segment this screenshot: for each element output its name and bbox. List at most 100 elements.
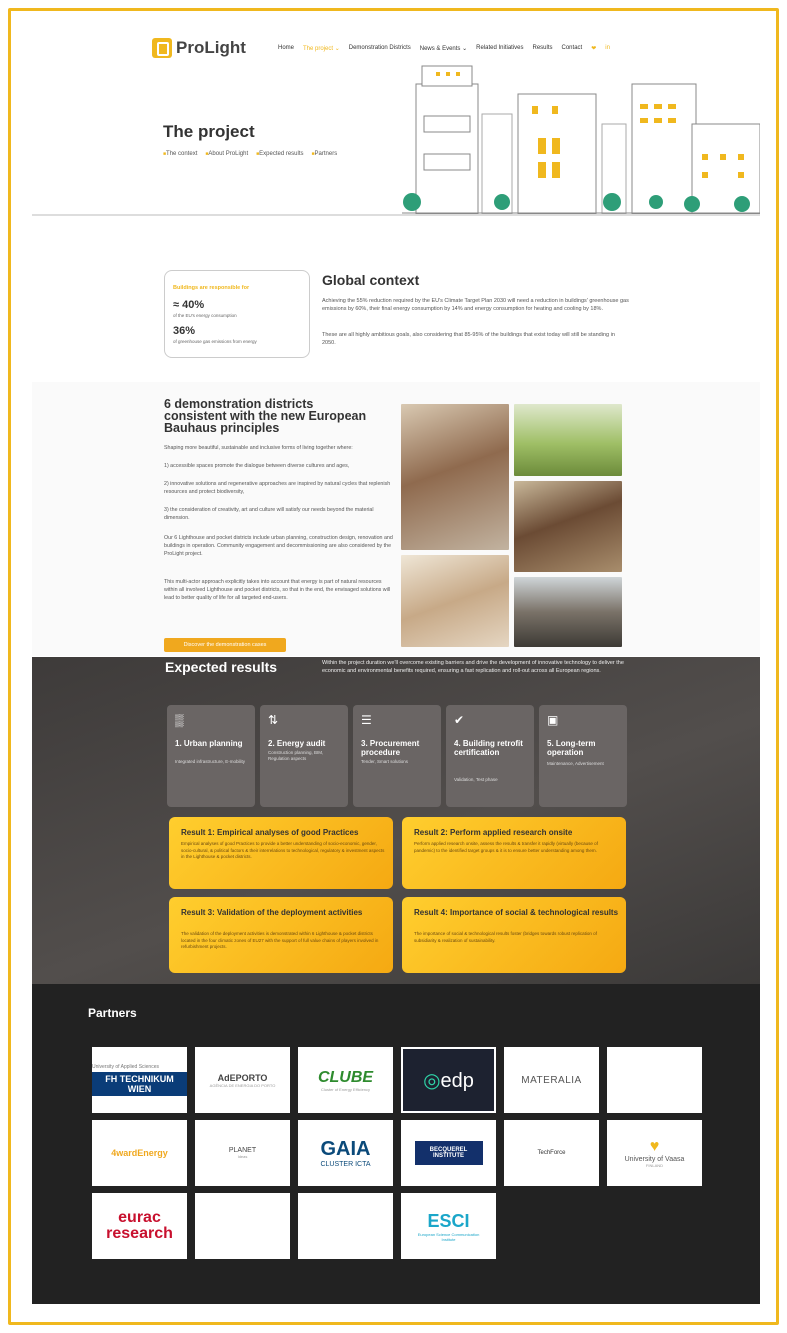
global-context-heading: Global context	[322, 272, 420, 288]
step-card: ▒ 1. Urban planning Integrated infrastru…	[167, 705, 255, 807]
anchor-link-about[interactable]: About ProLight	[205, 151, 248, 157]
stat-energy: ≈ 40%	[173, 299, 205, 311]
partner-name: FH TECHNIKUM WIEN	[92, 1072, 187, 1096]
partner-logo-empty	[607, 1047, 702, 1113]
result-desc: The validation of the deployment activit…	[181, 931, 379, 949]
partner-logo-becquerel[interactable]: BECQUEREL INSTITUTE	[401, 1120, 496, 1186]
partner-logo-adeporto[interactable]: AdEPORTO AGÊNCIA DE ENERGIA DO PORTO	[195, 1047, 290, 1113]
demo-paragraph: 2) innovative solutions and regenerative…	[164, 481, 391, 495]
step-sub: Construction planning, BIM, Regulation a…	[268, 750, 324, 761]
heart-icon: ♥	[649, 1138, 660, 1155]
result-card: Result 1: Empirical analyses of good Pra…	[169, 817, 393, 889]
stat-energy-desc: of the EU's energy consumption	[173, 313, 237, 318]
partner-logo-university-of-vaasa[interactable]: ♥ University of Vaasa FINLAND	[607, 1120, 702, 1186]
stat-emissions-desc: of greenhouse gas emissions from energy	[173, 339, 257, 344]
demo-paragraph: Shaping more beautiful, sustainable and …	[164, 445, 353, 451]
partners-heading: Partners	[88, 1006, 137, 1020]
photo-man-street	[514, 481, 622, 572]
partner-logo-materalia[interactable]: MATERALIA	[504, 1047, 599, 1113]
partner-sub: Ideas	[237, 1154, 248, 1159]
partner-name: University of Vaasa	[624, 1156, 685, 1163]
partner-name: 4wardEnergy	[111, 1148, 168, 1158]
photo-living-room	[401, 555, 509, 647]
expected-results-heading: Expected results	[165, 659, 278, 675]
partner-logo-fh-technikum[interactable]: University of Applied Sciences FH TECHNI…	[92, 1047, 187, 1113]
result-desc: The importance of social & technological…	[414, 931, 597, 943]
partner-name: AdEPORTO	[217, 1072, 268, 1083]
global-context-paragraph: These are all highly ambitious goals, al…	[322, 332, 615, 346]
edp-swirl-icon: ◎	[423, 1069, 441, 1092]
result-title: Result 1: Empirical analyses of good Pra…	[181, 828, 359, 837]
result-card: Result 2: Perform applied research onsit…	[402, 817, 626, 889]
stat-emissions: 36%	[173, 325, 196, 337]
twitter-icon[interactable]: ❤	[591, 45, 596, 52]
demo-heading: 6 demonstration districts consistent wit…	[164, 397, 367, 435]
step-title: 2. Energy audit	[268, 739, 326, 748]
vaasa-logo-text: ♥ University of Vaasa FINLAND	[625, 1138, 685, 1168]
partner-name: MATERALIA	[521, 1074, 582, 1086]
step-title: 5. Long-term operation	[547, 739, 596, 757]
clube-logo-text: CLUBE Cluster of Energy Efficiency	[318, 1069, 373, 1092]
nav-results[interactable]: Results	[533, 45, 553, 52]
nav-related-initiatives[interactable]: Related Initiatives	[476, 45, 523, 52]
partner-name: TechForce	[537, 1150, 566, 1156]
nav-home[interactable]: Home	[278, 45, 294, 52]
partner-logo-clube[interactable]: CLUBE Cluster of Energy Efficiency	[298, 1047, 393, 1113]
sort-icon: ⇅	[268, 713, 279, 727]
stats-label: Buildings are responsible for	[173, 285, 250, 291]
planet-logo-text: PLANET Ideas	[229, 1147, 256, 1159]
partner-sub: AGÊNCIA DE ENERGIA DO PORTO	[209, 1082, 276, 1088]
adeporto-logo-text: AdEPORTO AGÊNCIA DE ENERGIA DO PORTO	[210, 1073, 276, 1088]
nav-the-project-label: The project	[303, 46, 334, 52]
partner-logo-4wardenergy[interactable]: 4wardEnergy	[92, 1120, 187, 1186]
partner-sub: FINLAND	[645, 1163, 664, 1168]
nav-demonstration-districts[interactable]: Demonstration Districts	[349, 45, 411, 52]
nav-the-project[interactable]: The project ⌄	[303, 45, 340, 52]
main-nav: Home The project ⌄ Demonstration Distric…	[278, 45, 610, 52]
linkedin-icon[interactable]: in	[605, 45, 610, 52]
partner-sub: CLUSTER ICTA	[320, 1161, 371, 1168]
partner-logo-edp[interactable]: ◎edp	[401, 1047, 496, 1113]
chevron-down-icon: ⌄	[334, 46, 340, 52]
photo-park	[514, 404, 622, 476]
expected-results-intro: Within the project duration we'll overco…	[322, 660, 624, 674]
chevron-down-icon: ⌄	[462, 46, 468, 52]
result-card: Result 3: Validation of the deployment a…	[169, 897, 393, 973]
logo-text: ProLight	[176, 38, 246, 57]
step-sub: Maintenance, Advertisement	[547, 761, 604, 766]
partner-name: ESCI	[427, 1210, 470, 1231]
checklist-icon: ☰	[361, 713, 372, 727]
step-card: ☰ 3. Procurement procedure Tender, Smart…	[353, 705, 441, 807]
partner-name: edp	[440, 1069, 474, 1092]
logo[interactable]: ProLight	[152, 38, 246, 58]
result-title: Result 3: Validation of the deployment a…	[181, 908, 363, 917]
partner-sub: European Science Communication Institute	[417, 1231, 480, 1242]
esci-logo-text: ESCI European Science Communication Inst…	[414, 1211, 484, 1242]
prolight-logo-icon	[152, 38, 172, 58]
nav-news-events[interactable]: News & Events ⌄	[420, 45, 467, 52]
fh-technikum-logo-text: University of Applied Sciences FH TECHNI…	[92, 1064, 187, 1096]
result-card: Result 4: Importance of social & technol…	[402, 897, 626, 973]
nav-contact[interactable]: Contact	[562, 45, 583, 52]
anchor-link-expected-results[interactable]: Expected results	[256, 151, 303, 157]
anchor-link-context[interactable]: The context	[163, 151, 197, 157]
partner-logo-gaia[interactable]: GAIA CLUSTER ICTA	[298, 1120, 393, 1186]
partner-logo-planet[interactable]: PLANET Ideas	[195, 1120, 290, 1186]
step-sub: Integrated infrastructure, E-mobility	[175, 759, 246, 764]
partner-name: GAIA	[320, 1138, 371, 1160]
partner-logo-techforce[interactable]: TechForce	[504, 1120, 599, 1186]
header: ProLight Home The project ⌄ Demonstratio…	[32, 14, 760, 216]
page: ProLight Home The project ⌄ Demonstratio…	[32, 14, 760, 1304]
town-illustration	[402, 65, 760, 214]
step-card: ⇅ 2. Energy audit Construction planning,…	[260, 705, 348, 807]
discover-demonstration-cases-button[interactable]: Discover the demonstration cases	[164, 638, 286, 652]
partner-logo-eurac[interactable]: eurac research	[92, 1193, 187, 1259]
stats-box: Buildings are responsible for ≈ 40% of t…	[164, 270, 310, 358]
partner-logo-esci[interactable]: ESCI European Science Communication Inst…	[401, 1193, 496, 1259]
photo-family	[401, 404, 509, 550]
anchor-link-partners[interactable]: Partners	[312, 151, 338, 157]
step-title: 1. Urban planning	[175, 739, 243, 748]
partners-section: Partners University of Applied Sciences …	[32, 984, 760, 1304]
result-desc: Perform applied research onsite, assess …	[414, 841, 598, 853]
global-context-paragraph: Achieving the 55% reduction required by …	[322, 298, 629, 312]
